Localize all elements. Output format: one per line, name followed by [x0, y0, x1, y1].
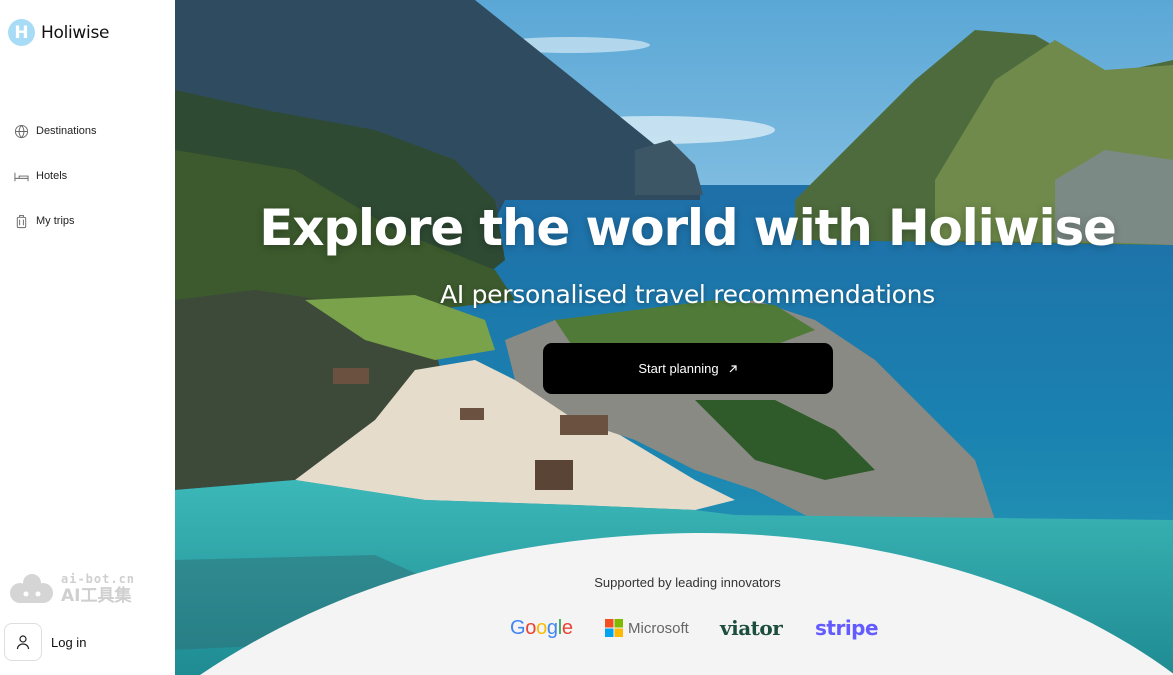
- viator-logo: viator: [720, 612, 783, 644]
- google-letter: o: [536, 616, 547, 639]
- brand-name: Holiwise: [41, 22, 110, 43]
- sidebar-item-my-trips[interactable]: My trips: [14, 210, 97, 232]
- sidebar-item-label: Destinations: [36, 125, 97, 137]
- google-letter: o: [525, 616, 537, 639]
- brand-logo[interactable]: H Holiwise: [8, 19, 109, 46]
- google-logo: Google: [510, 612, 573, 644]
- microsoft-squares-icon: [605, 619, 623, 637]
- partner-logos: Google Microsoft viator stripe: [175, 612, 1173, 646]
- viator-wordmark: viator: [720, 616, 783, 640]
- sidebar-nav: Destinations Hotels My trips: [14, 120, 97, 255]
- partners-panel: [200, 532, 1173, 675]
- globe-icon: [14, 124, 29, 138]
- sidebar-item-destinations[interactable]: Destinations: [14, 120, 97, 142]
- google-letter: e: [561, 616, 573, 639]
- brand-mark-icon: H: [8, 19, 35, 46]
- hero-section: Explore the world with Holiwise AI perso…: [175, 0, 1173, 675]
- google-letter: G: [510, 616, 526, 639]
- sidebar: H Holiwise Destinations Hotels My trips: [0, 0, 175, 675]
- watermark-url: ai-bot.cn: [61, 572, 136, 586]
- watermark-text: AI工具集: [61, 586, 132, 606]
- stripe-wordmark: stripe: [815, 616, 879, 640]
- google-letter: g: [546, 616, 558, 639]
- watermark: ai-bot.cn AI工具集: [9, 572, 135, 606]
- luggage-icon: [16, 214, 27, 228]
- stripe-logo: stripe: [815, 612, 879, 644]
- cloud-icon: [10, 574, 53, 603]
- microsoft-wordmark: Microsoft: [628, 619, 689, 637]
- microsoft-logo: Microsoft: [605, 612, 689, 644]
- login-button[interactable]: Log in: [4, 623, 86, 661]
- login-label: Log in: [51, 634, 87, 650]
- login-icon-box: [4, 623, 42, 661]
- user-icon: [16, 635, 30, 650]
- bed-icon: [14, 172, 29, 181]
- sidebar-item-hotels[interactable]: Hotels: [14, 165, 97, 187]
- sidebar-item-label: Hotels: [36, 170, 68, 182]
- sidebar-item-label: My trips: [36, 215, 75, 227]
- partners-heading: Supported by leading innovators: [594, 575, 781, 590]
